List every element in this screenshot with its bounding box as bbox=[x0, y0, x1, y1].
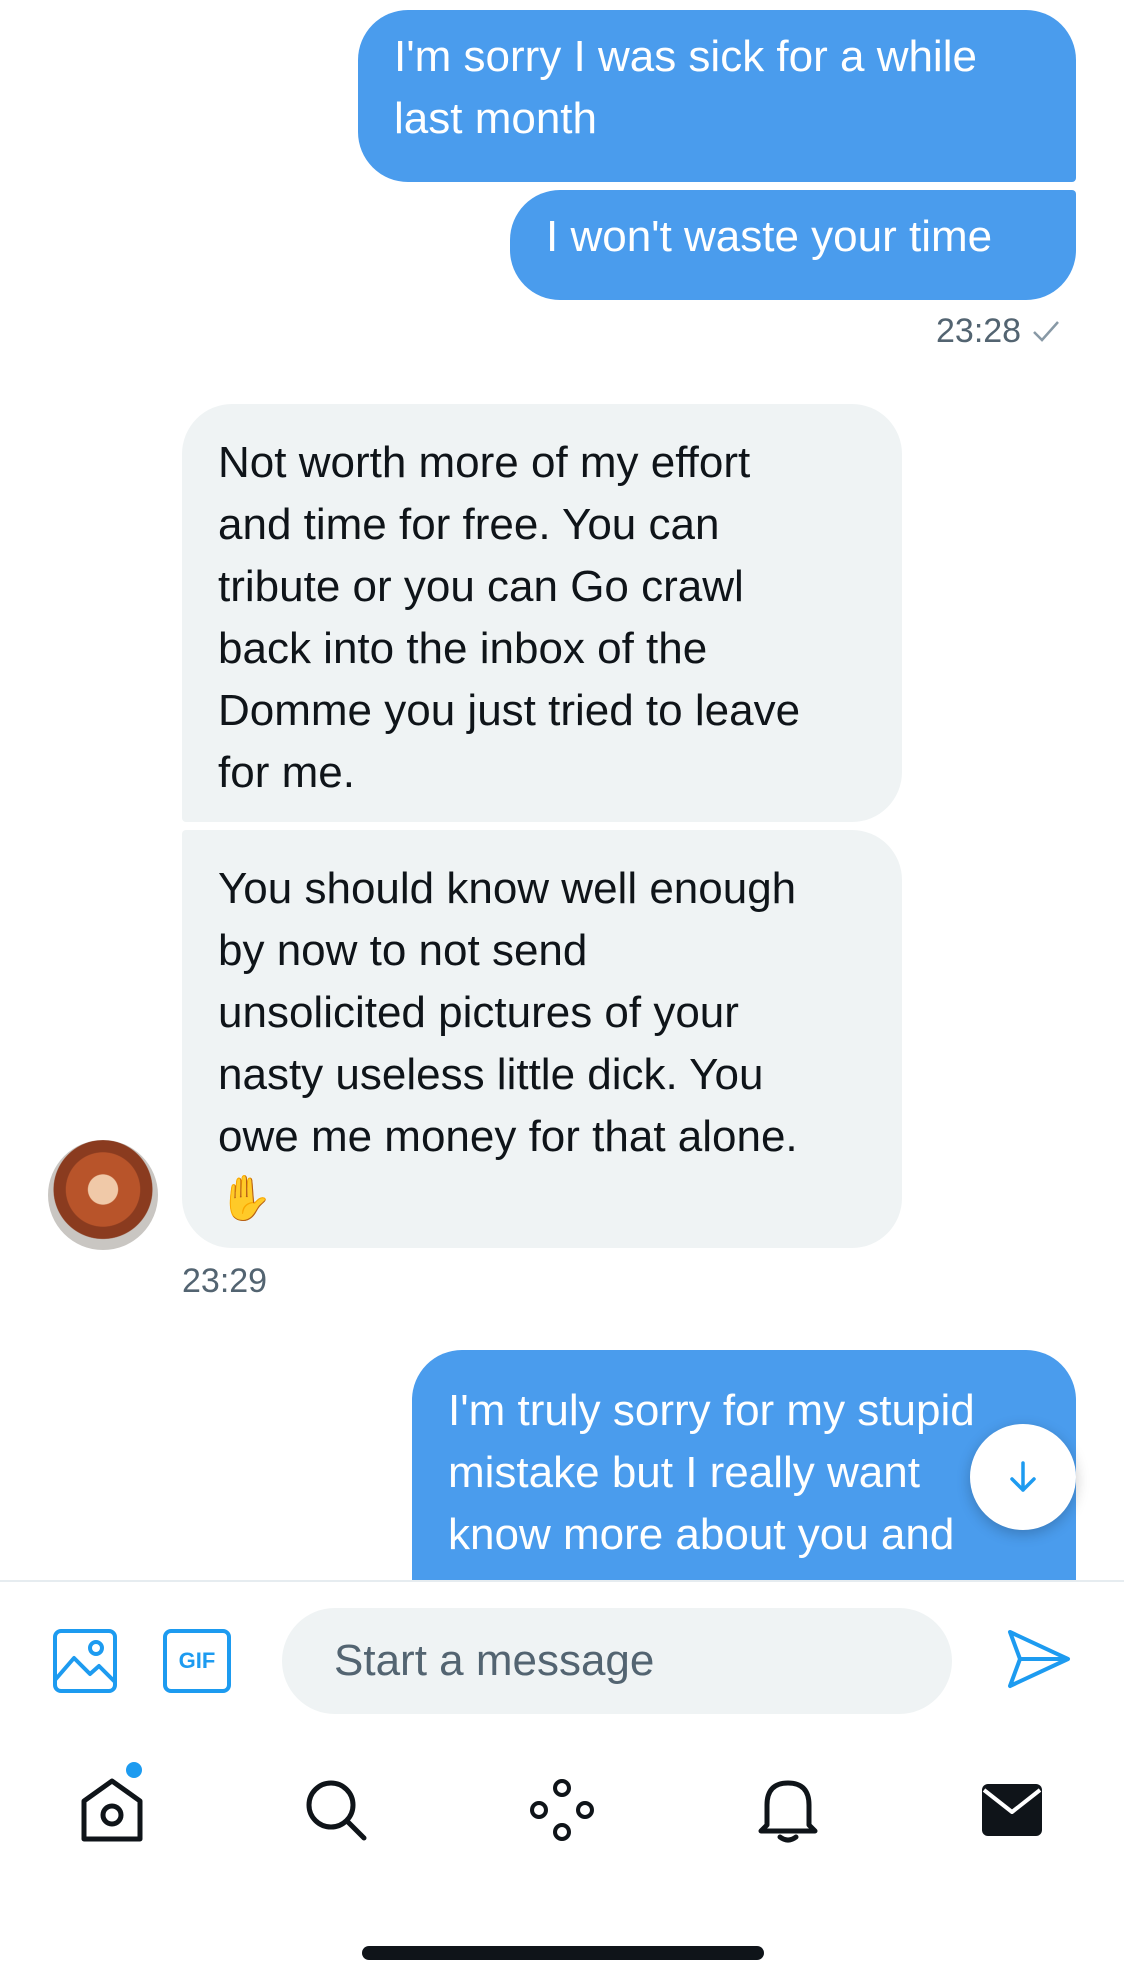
avatar[interactable] bbox=[48, 1140, 158, 1250]
scroll-to-bottom-button[interactable] bbox=[970, 1424, 1076, 1530]
message-input[interactable]: Start a message bbox=[282, 1608, 952, 1714]
tab-messages[interactable] bbox=[972, 1770, 1052, 1850]
message-timestamp: 23:28 bbox=[936, 312, 1061, 351]
search-icon bbox=[306, 1780, 367, 1841]
tab-home[interactable] bbox=[72, 1770, 152, 1850]
tab-spaces[interactable] bbox=[522, 1770, 602, 1850]
message-thread: I'm sorry I was sick for a while last mo… bbox=[0, 0, 1124, 1580]
message-bubble-outgoing[interactable]: I'm sorry I was sick for a while last mo… bbox=[358, 10, 1076, 182]
arrow-down-icon bbox=[1010, 1461, 1036, 1492]
image-icon bbox=[53, 1629, 117, 1693]
gif-label: GIF bbox=[178, 1648, 216, 1673]
home-icon bbox=[81, 1778, 143, 1842]
tab-search[interactable] bbox=[296, 1770, 376, 1850]
tab-notifications[interactable] bbox=[748, 1770, 828, 1850]
bell-icon bbox=[758, 1780, 818, 1843]
send-button[interactable] bbox=[1006, 1626, 1072, 1697]
checkmark-icon bbox=[1032, 321, 1059, 342]
message-bubble-incoming[interactable]: You should know well enough by now to no… bbox=[182, 830, 902, 1248]
timestamp-text: 23:28 bbox=[936, 312, 1022, 350]
message-timestamp: 23:29 bbox=[182, 1262, 268, 1300]
message-composer: GIF Start a message bbox=[0, 1580, 1124, 1732]
send-icon bbox=[1008, 1630, 1070, 1688]
notification-dot bbox=[126, 1762, 142, 1778]
image-upload-button[interactable] bbox=[52, 1628, 118, 1699]
message-bubble-outgoing[interactable]: I won't waste your time bbox=[510, 190, 1076, 300]
envelope-icon bbox=[982, 1784, 1042, 1836]
bottom-tab-bar bbox=[0, 1740, 1124, 1880]
home-indicator bbox=[362, 1946, 764, 1960]
message-bubble-incoming[interactable]: Not worth more of my effort and time for… bbox=[182, 404, 902, 822]
gif-button[interactable]: GIF bbox=[162, 1628, 232, 1699]
message-input-placeholder: Start a message bbox=[334, 1636, 655, 1685]
spaces-icon bbox=[530, 1779, 594, 1841]
